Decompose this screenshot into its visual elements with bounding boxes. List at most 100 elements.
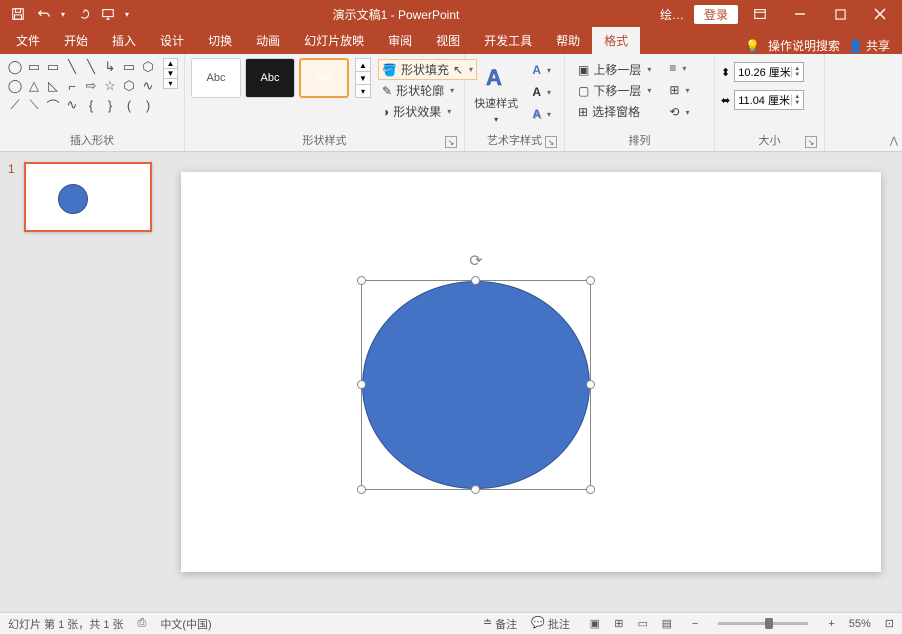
shape-hex-icon[interactable]: ⬡ (120, 77, 138, 95)
notes-button[interactable]: ≐备注 (483, 616, 517, 632)
shape-paren-icon[interactable]: ( (120, 96, 138, 114)
bring-forward-button[interactable]: ▣上移一层▾ (575, 60, 654, 79)
shape-oval-icon[interactable]: ◯ (6, 77, 24, 95)
zoom-level[interactable]: 55% (849, 618, 871, 630)
shape-wave-icon[interactable]: ∿ (63, 96, 81, 114)
tab-review[interactable]: 审阅 (376, 27, 424, 54)
shape-brace2-icon[interactable]: } (101, 96, 119, 114)
shape-star-icon[interactable]: ☆ (101, 77, 119, 95)
gallery-up-icon[interactable]: ▲ (164, 59, 177, 69)
shapes-gallery[interactable]: ◯ ▭ ▭ ╲ ╲ ↳ ▭ ⬡ ◯ △ ◺ ⌐ ⇨ ☆ ⬡ ∿ ⟋ ⟍ ⌒ ∿ (6, 58, 157, 114)
tab-slideshow[interactable]: 幻灯片放映 (292, 27, 376, 54)
shape-style-2[interactable]: Abc (245, 58, 295, 98)
share-button[interactable]: 👤共享 (848, 37, 890, 54)
tab-insert[interactable]: 插入 (100, 27, 148, 54)
quick-styles-button[interactable]: A 快速样式 ▾ (471, 58, 521, 128)
undo-button[interactable] (32, 2, 56, 26)
resize-handle-w[interactable] (357, 380, 366, 389)
ribbon-options-button[interactable] (742, 0, 778, 28)
shape-arrow-icon[interactable]: ⇨ (82, 77, 100, 95)
shape-freeform-icon[interactable]: ⬡ (139, 58, 157, 76)
group-button[interactable]: ⊞▾ (666, 82, 692, 98)
shape-style-1[interactable]: Abc (191, 58, 241, 98)
styles-more-icon[interactable]: ▾ (356, 85, 370, 97)
rotation-handle[interactable]: ⟳ (469, 251, 482, 271)
shape-triangle-icon[interactable]: △ (25, 77, 43, 95)
resize-handle-e[interactable] (586, 380, 595, 389)
maximize-button[interactable] (822, 0, 858, 28)
styles-up-icon[interactable]: ▲ (356, 59, 370, 72)
login-button[interactable]: 登录 (694, 5, 738, 24)
resize-handle-nw[interactable] (357, 276, 366, 285)
shape-line-icon[interactable]: ╲ (63, 58, 81, 76)
shape-brace-icon[interactable]: { (82, 96, 100, 114)
resize-handle-se[interactable] (586, 485, 595, 494)
slide-counter[interactable]: 幻灯片 第 1 张，共 1 张 (8, 616, 124, 632)
minimize-button[interactable] (782, 0, 818, 28)
shape-rect-icon[interactable]: ▭ (44, 58, 62, 76)
zoom-in-button[interactable]: + (828, 618, 834, 630)
shape-elbow-icon[interactable]: ⌐ (63, 77, 81, 95)
tab-help[interactable]: 帮助 (544, 27, 592, 54)
slide[interactable]: ⟳ (181, 172, 881, 572)
tab-format[interactable]: 格式 (592, 27, 640, 54)
undo-dropdown[interactable]: ▾ (58, 2, 68, 26)
height-input[interactable]: 10.26 厘米▲▼ (734, 62, 804, 82)
resize-handle-n[interactable] (471, 276, 480, 285)
shape-style-3[interactable]: Abc (299, 58, 349, 98)
shape-connector-icon[interactable]: ↳ (101, 58, 119, 76)
resize-handle-s[interactable] (471, 485, 480, 494)
zoom-slider[interactable] (718, 622, 808, 625)
shape-scribble-icon[interactable]: ∿ (139, 77, 157, 95)
shape-fill-button[interactable]: 🪣形状填充↖▾ (379, 60, 476, 79)
shape-effects-button[interactable]: ◑形状效果▾ (379, 102, 476, 121)
shape-curve1-icon[interactable]: ⟋ (6, 96, 24, 114)
zoom-out-button[interactable]: − (692, 618, 698, 630)
slideshow-view-button[interactable]: ▤ (656, 615, 678, 633)
shape-selection-box[interactable]: ⟳ (361, 280, 591, 490)
reading-view-button[interactable]: ▭ (632, 615, 654, 633)
slide-canvas-area[interactable]: ⟳ (160, 152, 902, 612)
rotate-button[interactable]: ⟲▾ (666, 104, 692, 120)
shape-line2-icon[interactable]: ╲ (82, 58, 100, 76)
gallery-down-icon[interactable]: ▼ (164, 69, 177, 79)
tab-developer[interactable]: 开发工具 (472, 27, 544, 54)
sorter-view-button[interactable]: ⊞ (608, 615, 630, 633)
text-outline-button[interactable]: A▾ (529, 84, 554, 100)
shape-textbox-icon[interactable]: ▭ (25, 58, 43, 76)
slide-thumbnail-1[interactable]: 1 (8, 162, 152, 232)
wordart-dialog-launcher[interactable]: ↘ (545, 136, 557, 148)
start-from-beginning-button[interactable] (96, 2, 120, 26)
selection-pane-button[interactable]: ⊞选择窗格 (575, 102, 654, 121)
qat-customize-dropdown[interactable]: ▾ (122, 2, 132, 26)
gallery-more-icon[interactable]: ▾ (164, 79, 177, 88)
comments-button[interactable]: 💬批注 (531, 616, 570, 632)
send-backward-button[interactable]: ▢下移一层▾ (575, 81, 654, 100)
shape-outline-button[interactable]: ✎形状轮廓▾ (379, 81, 476, 100)
language-status[interactable]: 中文(中国) (160, 616, 211, 632)
text-effects-button[interactable]: A▾ (529, 106, 554, 122)
normal-view-button[interactable]: ▣ (584, 615, 606, 633)
oval-shape[interactable] (362, 281, 590, 489)
shapes-gallery-scroll[interactable]: ▲ ▼ ▾ (163, 58, 178, 89)
styles-down-icon[interactable]: ▼ (356, 72, 370, 85)
resize-handle-ne[interactable] (586, 276, 595, 285)
tab-view[interactable]: 视图 (424, 27, 472, 54)
shape-arc-icon[interactable]: ⌒ (44, 96, 62, 114)
shape-styles-gallery[interactable]: Abc Abc Abc ▲ ▼ ▾ (191, 58, 371, 98)
shape-styles-dialog-launcher[interactable]: ↘ (445, 136, 457, 148)
tab-transitions[interactable]: 切换 (196, 27, 244, 54)
resize-handle-sw[interactable] (357, 485, 366, 494)
shape-paren2-icon[interactable]: ) (139, 96, 157, 114)
tab-animations[interactable]: 动画 (244, 27, 292, 54)
tab-design[interactable]: 设计 (148, 27, 196, 54)
fit-to-window-button[interactable]: ⊡ (885, 617, 894, 630)
zoom-slider-thumb[interactable] (765, 618, 773, 629)
tab-file[interactable]: 文件 (4, 27, 52, 54)
shape-rtriangle-icon[interactable]: ◺ (44, 77, 62, 95)
shape-ellipse-icon[interactable]: ◯ (6, 58, 24, 76)
redo-button[interactable] (70, 2, 94, 26)
size-dialog-launcher[interactable]: ↘ (805, 136, 817, 148)
save-button[interactable] (6, 2, 30, 26)
width-input[interactable]: 11.04 厘米▲▼ (734, 90, 804, 110)
